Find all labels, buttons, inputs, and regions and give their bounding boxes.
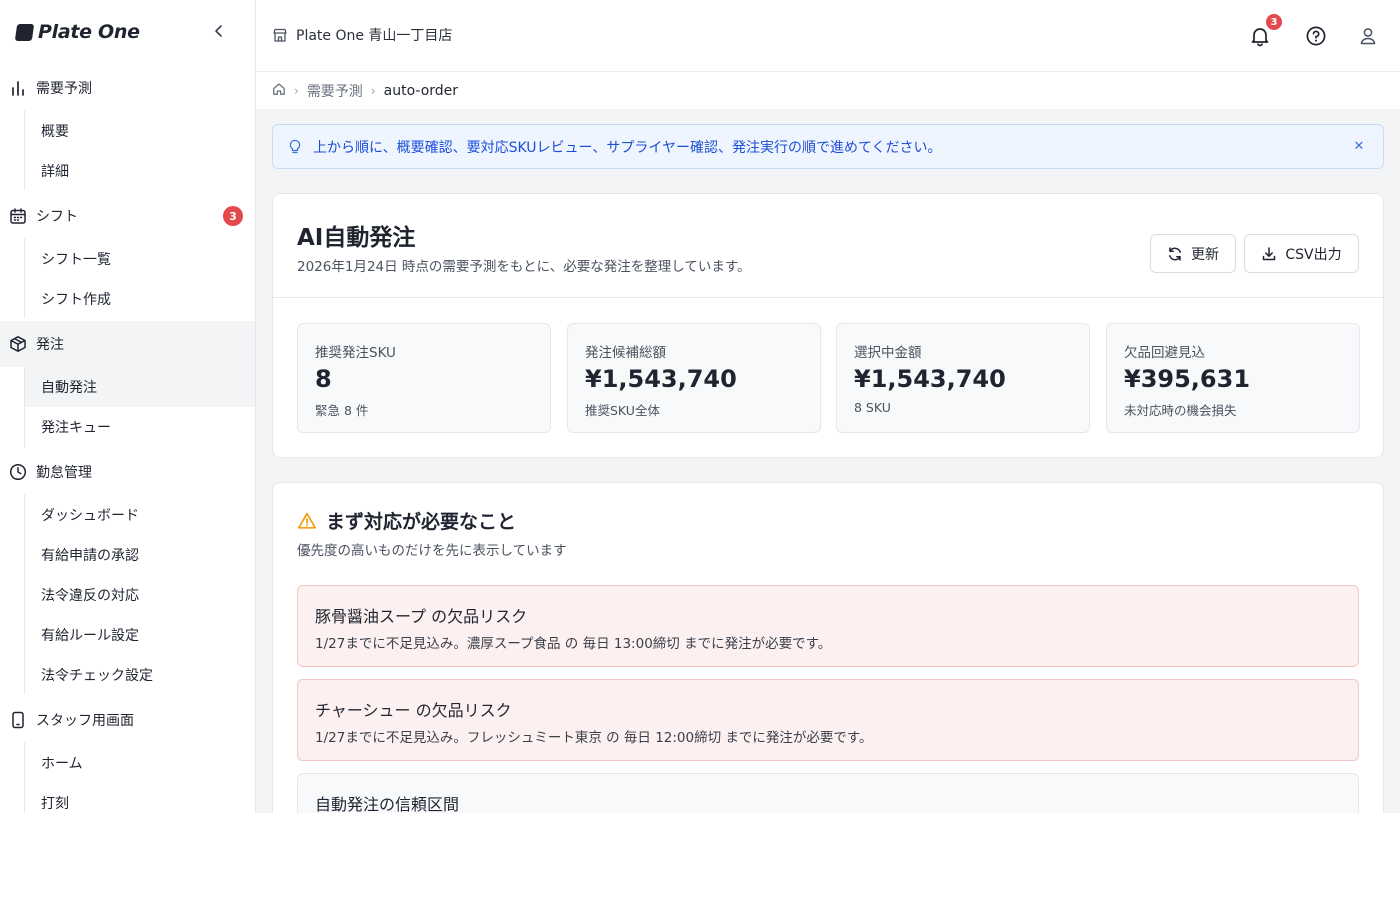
sidebar-item-order-queue[interactable]: 発注キュー [25,407,255,447]
alert-title: 豚骨醤油スープ の欠品リスク [315,607,528,626]
sidebar-group-label: スタッフ用画面 [36,713,134,729]
sidebar-group-attendance[interactable]: 勤怠管理 [0,450,255,494]
home-icon[interactable] [272,82,286,100]
overview-card: AI自動発注 2026年1月24日 時点の需要予測をもとに、必要な発注を整理して… [272,193,1384,458]
kpi-note: 8 SKU [854,400,891,415]
brand-name: Plate One [38,21,140,43]
kpi-label: 推奨発注SKU [315,345,396,361]
sidebar-group-label: 需要予測 [36,81,92,97]
csv-export-button[interactable]: CSV出力 [1244,234,1359,273]
sidebar-group-label: 発注 [36,337,64,353]
store-icon [272,27,288,43]
bell-icon [1251,28,1269,47]
sidebar-item-violations[interactable]: 法令違反の対応 [25,575,255,615]
sidebar-item-shift-list[interactable]: シフト一覧 [25,239,255,279]
sidebar: Plate One 需要予測 概要 詳細 シフト 3 シフト一覧 シフト作成 発… [0,0,256,813]
sidebar-item-dashboard[interactable]: ダッシュボード [25,495,255,535]
guidance-text: 上から順に、概要確認、要対応SKUレビュー、サプライヤー確認、発注実行の順で進め… [313,139,942,156]
sidebar-group-shift[interactable]: シフト 3 [0,194,255,238]
top-bar: Plate One 青山一丁目店 3 [256,0,1400,72]
kpi-card-selected-amount: 選択中金額 ¥1,543,740 8 SKU [836,323,1090,433]
refresh-icon [1167,246,1183,262]
warning-icon [297,511,317,531]
breadcrumb-current: auto-order [383,83,459,99]
sidebar-group-label: 勤怠管理 [36,465,92,481]
sidebar-item-home[interactable]: ホーム [25,743,255,783]
lightbulb-icon [287,139,303,155]
clock-icon [9,463,27,481]
sidebar-group-staff[interactable]: スタッフ用画面 [0,698,255,742]
refresh-button-label: 更新 [1191,246,1219,263]
user-icon [1360,28,1376,45]
kpi-value: ¥1,543,740 [854,365,1006,393]
kpi-value: ¥395,631 [1124,365,1251,393]
breadcrumb-separator-icon: › [294,84,299,98]
csv-export-label: CSV出力 [1285,246,1342,263]
sidebar-group-order[interactable]: 発注 [0,321,255,367]
guidance-banner: 上から順に、概要確認、要対応SKUレビュー、サプライヤー確認、発注実行の順で進め… [272,124,1384,169]
breadcrumb: › 需要予測 › auto-order [256,73,1400,109]
overview-card-header: AI自動発注 2026年1月24日 時点の需要予測をもとに、必要な発注を整理して… [273,194,1383,298]
sidebar-item-shift-create[interactable]: シフト作成 [25,279,255,319]
sidebar-item-clock-in[interactable]: 打刻 [25,783,255,813]
confidence-interval-panel: 自動発注の信頼区間 [297,773,1359,813]
store-selector[interactable]: Plate One 青山一丁目店 [272,25,452,45]
brand-mark-icon [14,23,35,41]
sidebar-item-detail[interactable]: 詳細 [25,151,255,191]
sidebar-item-leave-rules[interactable]: 有給ルール設定 [25,615,255,655]
kpi-label: 欠品回避見込 [1124,345,1205,361]
sidebar-item-overview[interactable]: 概要 [25,111,255,151]
bar-chart-icon [9,79,27,97]
alert-title: チャーシュー の欠品リスク [315,701,512,720]
kpi-value: 8 [315,365,332,393]
stockout-alert[interactable]: 豚骨醤油スープ の欠品リスク 1/27までに不足見込み。濃厚スープ食品 の 毎日… [297,585,1359,667]
attention-header: まず対応が必要なこと [297,507,516,534]
download-icon [1261,246,1277,262]
calendar-icon [9,207,27,225]
sidebar-header: Plate One [0,0,255,64]
alert-text: 1/27までに不足見込み。フレッシュミート東京 の 毎日 12:00締切 までに… [315,730,873,746]
section-title: まず対応が必要なこと [326,511,517,533]
sidebar-item-leave-approval[interactable]: 有給申請の承認 [25,535,255,575]
kpi-note: 未対応時の機会損失 [1124,403,1237,418]
kpi-card-recommended-sku: 推奨発注SKU 8 緊急 8 件 [297,323,551,433]
attention-card: まず対応が必要なこと 優先度の高いものだけを先に表示しています 豚骨醤油スープ … [272,482,1384,813]
kpi-note: 緊急 8 件 [315,403,369,418]
collapse-sidebar-button[interactable] [208,20,230,42]
confidence-title: 自動発注の信頼区間 [315,795,460,813]
refresh-button[interactable]: 更新 [1150,234,1236,273]
main-content: 上から順に、概要確認、要対応SKUレビュー、サプライヤー確認、発注実行の順で進め… [256,109,1400,813]
breadcrumb-separator-icon: › [370,84,376,98]
help-circle-icon [1306,26,1326,46]
smartphone-icon [9,711,27,729]
page-title: AI自動発注 [297,225,416,251]
package-icon [9,335,27,353]
notification-count-badge: 3 [1266,14,1282,30]
store-name: Plate One 青山一丁目店 [296,28,453,44]
user-menu-button[interactable] [1356,24,1380,48]
kpi-label: 発注候補総額 [585,345,666,361]
help-button[interactable] [1304,24,1328,48]
kpi-value: ¥1,543,740 [585,365,737,393]
kpi-card-candidate-total: 発注候補総額 ¥1,543,740 推奨SKU全体 [567,323,821,433]
stockout-alert[interactable]: チャーシュー の欠品リスク 1/27までに不足見込み。フレッシュミート東京 の … [297,679,1359,761]
breadcrumb-link-demand[interactable]: 需要予測 [307,81,363,101]
brand-logo[interactable]: Plate One [14,21,140,43]
shift-count-badge: 3 [223,206,243,226]
sidebar-group-label: シフト [36,209,78,225]
sidebar-group-demand[interactable]: 需要予測 [0,66,255,110]
app-root: Plate One 需要予測 概要 詳細 シフト 3 シフト一覧 シフト作成 発… [0,0,1400,813]
close-icon[interactable]: ✕ [1351,138,1367,154]
sidebar-item-auto-order[interactable]: 自動発注 [25,367,255,407]
chevron-left-icon [215,25,222,37]
sidebar-item-compliance-settings[interactable]: 法令チェック設定 [25,655,255,695]
page-subtitle: 2026年1月24日 時点の需要予測をもとに、必要な発注を整理しています。 [297,259,751,275]
alert-text: 1/27までに不足見込み。濃厚スープ食品 の 毎日 13:00締切 までに発注が… [315,636,832,652]
kpi-note: 推奨SKU全体 [585,403,660,418]
section-subtitle: 優先度の高いものだけを先に表示しています [297,543,567,559]
kpi-label: 選択中金額 [854,345,922,361]
kpi-card-stockout-avoidance: 欠品回避見込 ¥395,631 未対応時の機会損失 [1106,323,1360,433]
